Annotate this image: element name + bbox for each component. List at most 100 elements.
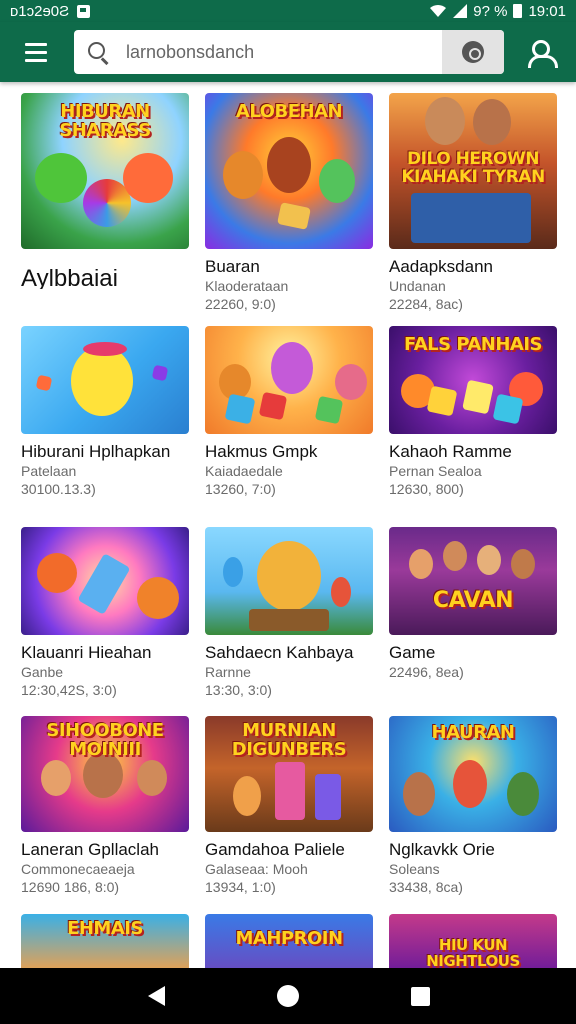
game-art-title: HIU KUN NIGHTLOUS <box>426 936 520 968</box>
profile-button[interactable] <box>518 30 562 74</box>
game-art-title: DILO HEROWN KIAHAKI TYRAN <box>401 149 545 187</box>
search-icon <box>74 30 118 74</box>
game-title: Aadapksdann <box>389 257 493 276</box>
game-meta: 30100.13.3) <box>21 481 96 497</box>
game-card[interactable]: Sahdaecn Kahbaya Rarnne 13:30, 3:0) <box>205 527 373 699</box>
game-thumbnail: HIBURAN SHARASS <box>21 93 189 249</box>
game-title: Buaran <box>205 257 260 276</box>
game-card[interactable]: Hiburani Hplhapkan Patelaan 30100.13.3) <box>21 326 189 498</box>
game-art-title: CAVAN <box>432 588 514 613</box>
nav-recents-button[interactable] <box>396 972 444 1020</box>
game-art-title: HAURAN <box>431 722 515 743</box>
game-thumbnail: FALS PANHAIS <box>389 326 557 434</box>
game-art-title: ALOBEHAN <box>235 101 343 122</box>
game-meta: 22496, 8ea) <box>389 664 464 680</box>
game-meta: 12630, 800) <box>389 481 464 497</box>
game-subtitle: Undanan <box>389 278 446 294</box>
game-thumbnail: MAHPROIN <box>205 914 373 968</box>
game-subtitle: Galaseaa: Mooh <box>205 861 308 877</box>
game-title: Aylbbaiai <box>21 269 118 289</box>
game-meta: 13260, 7:0) <box>205 481 276 497</box>
game-meta: 33438, 8ca) <box>389 879 463 895</box>
notification-icon <box>77 4 91 18</box>
status-bar-left: ᴅ1ɔ2ɘ0Ƨ <box>10 2 91 20</box>
game-thumbnail: CAVAN <box>389 527 557 635</box>
game-thumbnail <box>205 527 373 635</box>
game-meta: 22284, 8ac) <box>389 296 463 312</box>
game-title: Hakmus Gmpk <box>205 442 318 461</box>
app-screen: ᴅ1ɔ2ɘ0Ƨ 9? % 19:01 larnobonsdanch HIBURA… <box>0 0 576 1024</box>
game-art-title: SIHOOBONE MOINIII <box>46 720 164 760</box>
game-title: Game <box>389 643 436 662</box>
game-card[interactable]: MAHPROIN <box>205 914 373 968</box>
status-bar: ᴅ1ɔ2ɘ0Ƨ 9? % 19:01 <box>0 0 576 22</box>
game-meta: 13934, 1:0) <box>205 879 276 895</box>
game-subtitle: Klaoderataan <box>205 278 289 294</box>
game-card[interactable]: MURNIAN DIGUNBERS Gamdahoa Paliele Galas… <box>205 716 373 896</box>
game-title: Sahdaecn Kahbaya <box>205 643 354 662</box>
voice-search-icon <box>462 41 484 63</box>
search-input[interactable] <box>118 30 442 74</box>
game-subtitle: Rarnne <box>205 664 251 680</box>
game-thumbnail <box>21 527 189 635</box>
menu-icon-line <box>25 50 47 54</box>
nav-home-button[interactable] <box>264 972 312 1020</box>
game-card[interactable]: HIU KUN NIGHTLOUS <box>389 914 557 968</box>
game-title: Kahaoh Ramme <box>389 442 512 461</box>
game-subtitle: Kaiadaedale <box>205 463 283 479</box>
game-card[interactable]: FALS PANHAIS Kahaoh Ramme Pernan Sealoa … <box>389 326 557 498</box>
game-card[interactable]: HIBURAN SHARASS Aylbbaiai <box>21 93 189 289</box>
game-card[interactable]: Klauanri Hieahan Ganbe 12:30,42S, 3:0) <box>21 527 189 699</box>
game-art-title: MAHPROIN <box>235 928 343 949</box>
game-subtitle: Pernan Sealoa <box>389 463 482 479</box>
game-thumbnail: HIU KUN NIGHTLOUS <box>389 914 557 968</box>
search-box[interactable] <box>74 30 504 74</box>
battery-percent: 9? % <box>473 2 508 20</box>
system-nav-bar <box>0 968 576 1024</box>
signal-icon <box>453 4 468 18</box>
home-icon <box>277 985 299 1007</box>
game-art-title: EHMAIS <box>67 918 143 939</box>
game-card[interactable]: EHMAIS <box>21 914 189 968</box>
game-title: Klauanri Hieahan <box>21 643 152 662</box>
game-thumbnail: MURNIAN DIGUNBERS <box>205 716 373 832</box>
nav-back-button[interactable] <box>132 972 180 1020</box>
back-icon <box>147 986 165 1006</box>
game-subtitle: Commonecaeaeja <box>21 861 135 877</box>
game-card[interactable]: DILO HEROWN KIAHAKI TYRAN Aadapksdann Un… <box>389 93 557 313</box>
game-title: Hiburani Hplhapkan <box>21 442 171 461</box>
status-left-text: ᴅ1ɔ2ɘ0Ƨ <box>10 2 70 20</box>
status-time: 19:01 <box>528 2 566 20</box>
menu-button[interactable] <box>14 30 58 74</box>
game-grid: HIBURAN SHARASS Aylbbaiai ALOBEHAN Buara… <box>0 82 576 968</box>
game-card[interactable]: ALOBEHAN Buaran Klaoderataan 22260, 9:0) <box>205 93 373 313</box>
game-thumbnail: EHMAIS <box>21 914 189 968</box>
status-bar-right: 9? % 19:01 <box>429 3 566 20</box>
game-card[interactable]: Hakmus Gmpk Kaiadaedale 13260, 7:0) <box>205 326 373 498</box>
game-meta: 12690 186, 8:0) <box>21 879 120 895</box>
recents-icon <box>410 986 430 1006</box>
game-meta: 13:30, 3:0) <box>205 682 272 698</box>
game-art-title: MURNIAN DIGUNBERS <box>231 720 347 760</box>
game-thumbnail: ALOBEHAN <box>205 93 373 249</box>
game-card[interactable]: CAVAN Game 22496, 8ea) <box>389 527 557 681</box>
game-title: Laneran Gpllaclah <box>21 840 159 859</box>
game-thumbnail: HAURAN <box>389 716 557 832</box>
game-thumbnail <box>21 326 189 434</box>
top-app-bar <box>0 22 576 82</box>
game-subtitle: Ganbe <box>21 664 64 680</box>
voice-search-button[interactable] <box>442 30 504 74</box>
game-card[interactable]: HAURAN Nglkavkk Orie Soleans 33438, 8ca) <box>389 716 557 896</box>
game-subtitle: Patelaan <box>21 463 77 479</box>
game-meta: 12:30,42S, 3:0) <box>21 682 117 698</box>
game-art-title: HIBURAN SHARASS <box>59 101 151 141</box>
game-art-title: FALS PANHAIS <box>403 334 543 355</box>
game-subtitle: Soleans <box>389 861 440 877</box>
menu-icon-line <box>25 58 47 62</box>
game-card[interactable]: SIHOOBONE MOINIII Laneran Gpllaclah Comm… <box>21 716 189 896</box>
game-title: Nglkavkk Orie <box>389 840 495 859</box>
profile-icon <box>526 38 558 68</box>
game-thumbnail <box>205 326 373 434</box>
game-thumbnail: SIHOOBONE MOINIII <box>21 716 189 832</box>
game-thumbnail: DILO HEROWN KIAHAKI TYRAN <box>389 93 557 249</box>
